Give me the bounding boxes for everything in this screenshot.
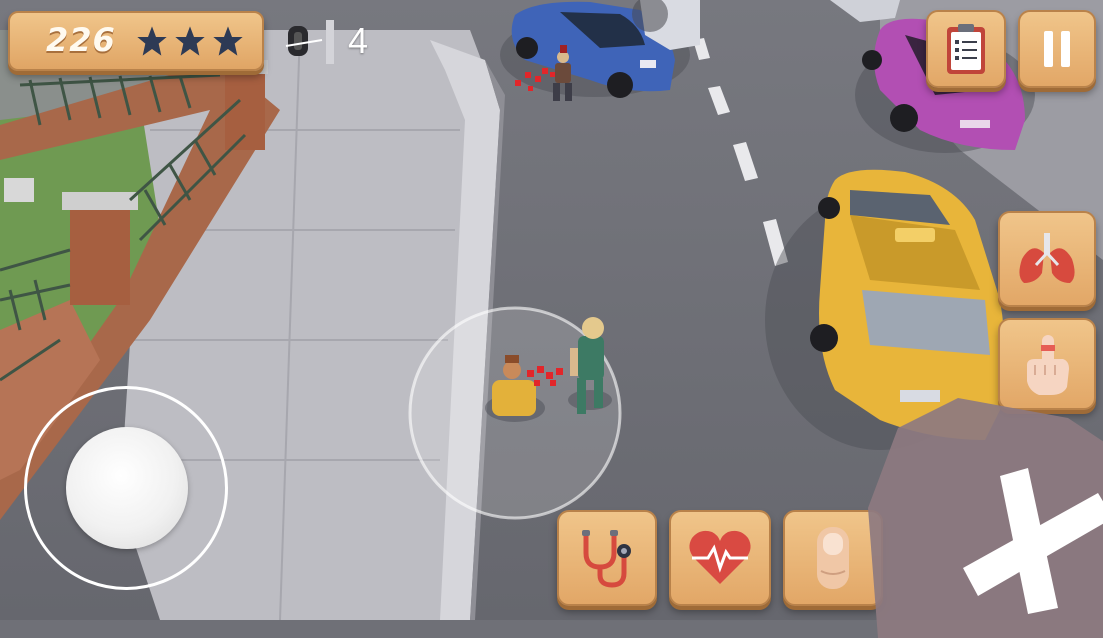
tire-icon bbox=[285, 26, 323, 56]
tire-counter: 4 bbox=[284, 20, 394, 61]
star-icon bbox=[213, 26, 243, 56]
lungs-button[interactable] bbox=[998, 211, 1096, 307]
stethoscope-button[interactable] bbox=[557, 510, 657, 606]
joystick-knob[interactable] bbox=[66, 427, 188, 549]
clipboard-icon bbox=[947, 24, 985, 74]
lungs-icon bbox=[1019, 233, 1075, 283]
bandaged-finger-icon bbox=[1027, 335, 1069, 395]
pause-icon bbox=[1044, 31, 1070, 67]
heart-pulse-button[interactable] bbox=[669, 510, 771, 606]
score-panel: 226 bbox=[8, 11, 264, 71]
bandage-finger-button[interactable] bbox=[998, 318, 1096, 410]
score-value: 226 bbox=[46, 21, 116, 59]
pause-button[interactable] bbox=[1018, 10, 1096, 88]
tire-count: 4 bbox=[348, 20, 369, 61]
finger-icon bbox=[817, 527, 849, 589]
cancel-button[interactable] bbox=[868, 398, 1103, 638]
star-icon bbox=[175, 26, 205, 56]
checklist-button[interactable] bbox=[926, 10, 1006, 88]
star-icon bbox=[137, 26, 167, 56]
stethoscope-icon bbox=[582, 530, 631, 588]
heart-pulse-icon bbox=[689, 530, 751, 584]
